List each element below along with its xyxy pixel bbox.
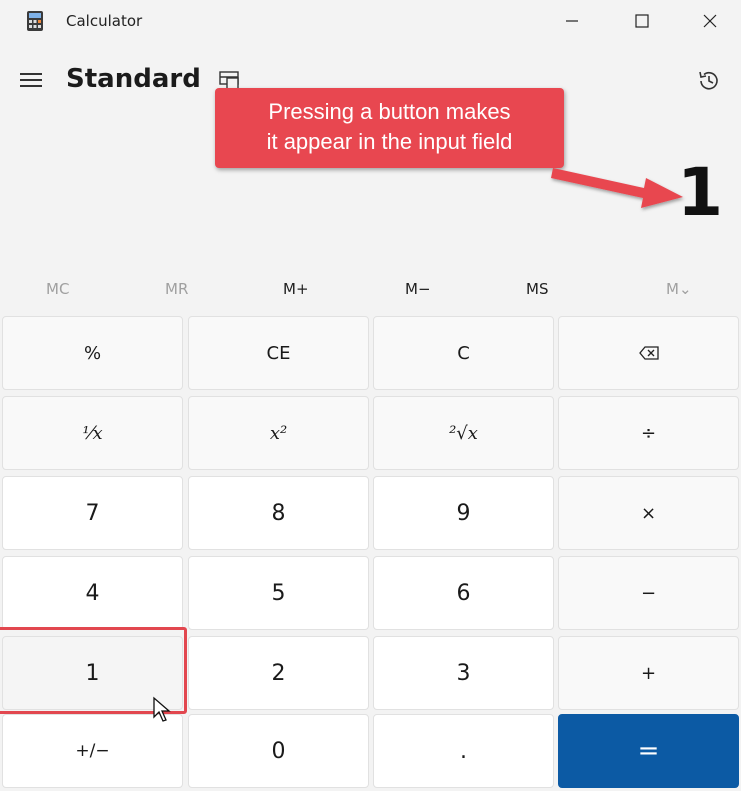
backspace-icon [638,346,659,360]
digit-9-button[interactable]: 9 [373,476,554,550]
memory-row: MC MR M+ M− MS M⌄ [0,272,741,308]
memory-subtract-button[interactable]: M− [405,280,431,298]
digit-2-button[interactable]: 2 [188,636,369,710]
negate-button[interactable]: +/− [2,714,183,788]
history-icon[interactable] [696,68,722,94]
menu-hamburger-icon[interactable] [20,70,42,88]
annotation-line-2: it appear in the input field [266,129,513,154]
maximize-button[interactable] [620,4,664,38]
title-bar: Calculator [0,0,741,44]
clear-entry-button[interactable]: CE [188,316,369,390]
mode-title: Standard [66,64,201,94]
memory-store-button[interactable]: MS [526,280,548,298]
window-title: Calculator [66,12,143,30]
memory-list-button[interactable]: M⌄ [666,280,692,298]
minimize-button[interactable] [550,4,594,38]
maximize-icon [635,14,649,28]
digit-8-button[interactable]: 8 [188,476,369,550]
square-button[interactable]: x² [188,396,369,470]
annotation-line-1: Pressing a button makes [268,99,511,124]
divide-button[interactable]: ÷ [558,396,739,470]
digit-7-button[interactable]: 7 [2,476,183,550]
digit-4-button[interactable]: 4 [2,556,183,630]
equals-button[interactable]: = [558,714,739,788]
close-button[interactable] [688,4,732,38]
memory-clear-button[interactable]: MC [46,280,69,298]
digit-5-button[interactable]: 5 [188,556,369,630]
memory-recall-button[interactable]: MR [165,280,188,298]
annotation-callout: Pressing a button makes it appear in the… [215,88,564,168]
square-root-button[interactable]: ²√x [373,396,554,470]
reciprocal-button[interactable]: ⅟x [2,396,183,470]
digit-6-button[interactable]: 6 [373,556,554,630]
clear-button[interactable]: C [373,316,554,390]
backspace-button[interactable] [558,316,739,390]
result-display: 1 [677,154,723,231]
calculator-app-icon [27,11,43,31]
close-icon [703,14,717,28]
minimize-icon [566,20,578,22]
minus-button[interactable]: − [558,556,739,630]
decimal-button[interactable]: . [373,714,554,788]
digit-0-button[interactable]: 0 [188,714,369,788]
mouse-cursor-icon [153,696,171,722]
memory-add-button[interactable]: M+ [283,280,309,298]
percent-button[interactable]: % [2,316,183,390]
multiply-button[interactable]: × [558,476,739,550]
plus-button[interactable]: + [558,636,739,710]
digit-3-button[interactable]: 3 [373,636,554,710]
